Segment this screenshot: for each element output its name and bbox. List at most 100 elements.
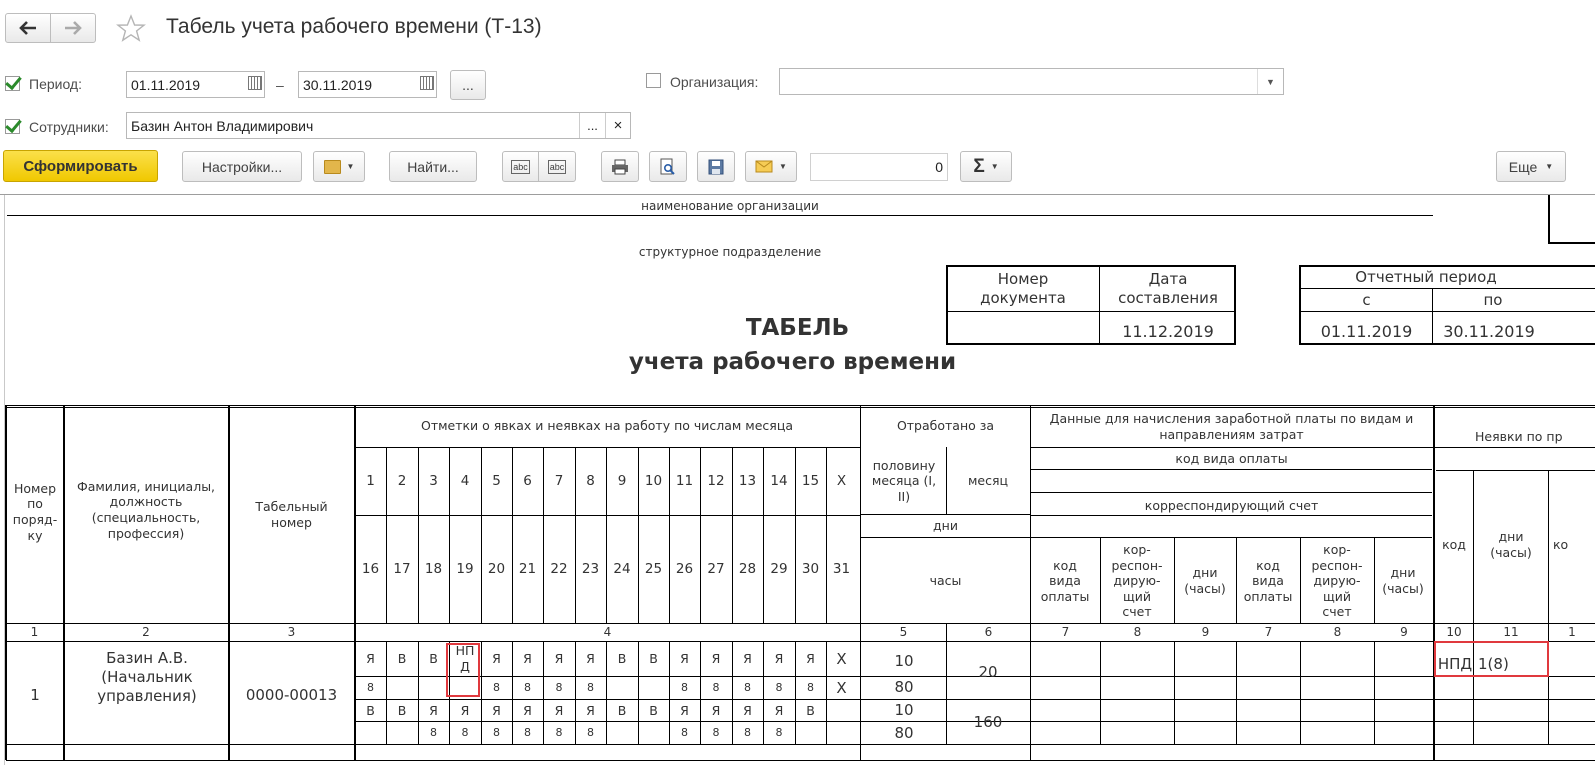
- pay-data-header: Данные для начисления заработной платы п…: [1049, 411, 1414, 442]
- employee-tabnum: 0000-00013: [245, 685, 338, 704]
- day-hours: 8: [744, 681, 751, 695]
- preview-button[interactable]: [649, 151, 687, 182]
- column-number: 6: [984, 625, 993, 639]
- day-mark: Я: [586, 702, 595, 718]
- day-number: 3: [429, 472, 438, 489]
- organization-checkbox[interactable]: [646, 73, 661, 88]
- sub-pay-code-2: код вида оплаты: [1243, 557, 1293, 604]
- day-number: 24: [613, 560, 631, 577]
- day-hours: [386, 677, 418, 699]
- find-button[interactable]: Найти...: [389, 151, 477, 182]
- employees-value: Базин Антон Владимирович: [131, 117, 314, 134]
- period-label: Период:: [29, 76, 82, 92]
- day-mark: Я: [680, 702, 689, 718]
- spellcheck-plus-icon: abc: [547, 159, 567, 174]
- day-hours: [638, 677, 669, 699]
- organization-select[interactable]: ▼: [779, 68, 1284, 95]
- day-hours: 8: [430, 726, 437, 740]
- day-number: 31: [832, 560, 851, 577]
- day-mark: Я: [523, 702, 532, 718]
- day-hours: 8: [493, 681, 500, 695]
- period-from-input[interactable]: 01.11.2019: [126, 71, 265, 98]
- day-hours: [606, 722, 638, 744]
- save-button[interactable]: [697, 151, 735, 182]
- highlight-absence-cell: [1434, 641, 1549, 677]
- sum-field: 0: [810, 153, 948, 181]
- employees-checkbox[interactable]: [5, 119, 20, 134]
- day-number: 13: [738, 472, 757, 489]
- period-select-button[interactable]: ...: [450, 70, 486, 100]
- sub-days-1: дни (часы): [1184, 565, 1226, 596]
- sub-pay-code-1: код вида оплаты: [1040, 557, 1090, 604]
- day-hours: 8: [681, 681, 688, 695]
- more-button[interactable]: Еще ▼: [1496, 151, 1566, 182]
- day-mark: В: [649, 651, 658, 667]
- expand-groups-button[interactable]: abc: [502, 151, 539, 182]
- highlight-npd-cell: [446, 643, 480, 697]
- day-hours: 8: [524, 681, 531, 695]
- day-hours: 8: [555, 726, 563, 740]
- day-hours: [606, 677, 638, 699]
- day-hours: 8: [681, 726, 688, 740]
- day-hours: 8: [587, 726, 594, 740]
- folder-icon: [323, 159, 341, 174]
- day-mark: Я: [492, 702, 501, 718]
- half1-hours: 80: [894, 678, 914, 697]
- employees-input[interactable]: Базин Антон Владимирович ... ×: [126, 112, 631, 139]
- day-hours: 8: [461, 726, 469, 740]
- grid-line: [1300, 641, 1301, 744]
- day-hours: 8: [524, 726, 531, 740]
- period-from-value: 01.11.2019: [131, 76, 201, 93]
- half-month-header: половину месяца (I, II): [871, 457, 937, 504]
- report-sheet[interactable]: наименование организации структурное под…: [0, 194, 1595, 765]
- period-checkbox[interactable]: [5, 76, 20, 91]
- day-number: 11: [675, 472, 694, 489]
- column-number: 2: [142, 625, 150, 639]
- grid-line: [861, 537, 1031, 538]
- period-to-input[interactable]: 30.11.2019: [298, 71, 437, 98]
- day-mark: Я: [743, 702, 752, 718]
- day-mark: Я: [774, 702, 784, 718]
- grid-line: [860, 405, 861, 760]
- period-to-value: 30.11.2019: [303, 76, 373, 93]
- sigma-icon: Σ: [973, 155, 985, 177]
- settings-button[interactable]: Настройки...: [182, 151, 302, 182]
- favorite-star-icon[interactable]: [116, 14, 146, 42]
- sub-corr-2: кор-респон-дирую-щий счет: [1311, 541, 1363, 620]
- dropdown-arrow-icon[interactable]: ▼: [1257, 69, 1283, 94]
- day-hours: [418, 677, 449, 699]
- variants-button[interactable]: ▼: [313, 151, 365, 182]
- days-header: дни: [933, 518, 958, 534]
- corr-account-header: корреспондирующий счет: [1144, 498, 1319, 514]
- day-mark: В: [649, 702, 658, 718]
- employee-name: Базин А.В. (Начальник управления): [97, 649, 197, 705]
- forward-button[interactable]: [50, 13, 96, 43]
- back-button[interactable]: [5, 13, 51, 43]
- day-mark: Я: [492, 651, 501, 667]
- send-email-button[interactable]: ▼: [745, 151, 797, 182]
- arrow-left-icon: [19, 21, 36, 35]
- collapse-groups-button[interactable]: abc: [538, 151, 576, 182]
- day-hours: [795, 722, 826, 744]
- sum-mode-button[interactable]: Σ ▼: [960, 151, 1012, 182]
- calendar-icon[interactable]: [248, 76, 262, 90]
- day-mark: Я: [554, 651, 564, 667]
- employees-select-button[interactable]: ...: [579, 113, 605, 138]
- day-number: 30: [801, 560, 820, 577]
- day-mark: В: [429, 651, 438, 667]
- day-hours: 8: [775, 726, 783, 740]
- day-number: 15: [801, 472, 820, 489]
- day-hours: 8: [775, 681, 783, 695]
- day-hours: [826, 722, 857, 744]
- grid-line: [63, 405, 65, 760]
- day-number: 10: [644, 472, 663, 489]
- employees-clear-button[interactable]: ×: [605, 113, 630, 138]
- printer-icon: [612, 159, 628, 174]
- envelope-icon: [755, 160, 773, 173]
- print-button[interactable]: [601, 151, 639, 182]
- calendar-icon[interactable]: [420, 76, 434, 90]
- column-number: 3: [287, 625, 296, 639]
- grid-line: [355, 515, 860, 516]
- generate-button[interactable]: Сформировать: [3, 150, 158, 182]
- day-number: 5: [492, 472, 501, 489]
